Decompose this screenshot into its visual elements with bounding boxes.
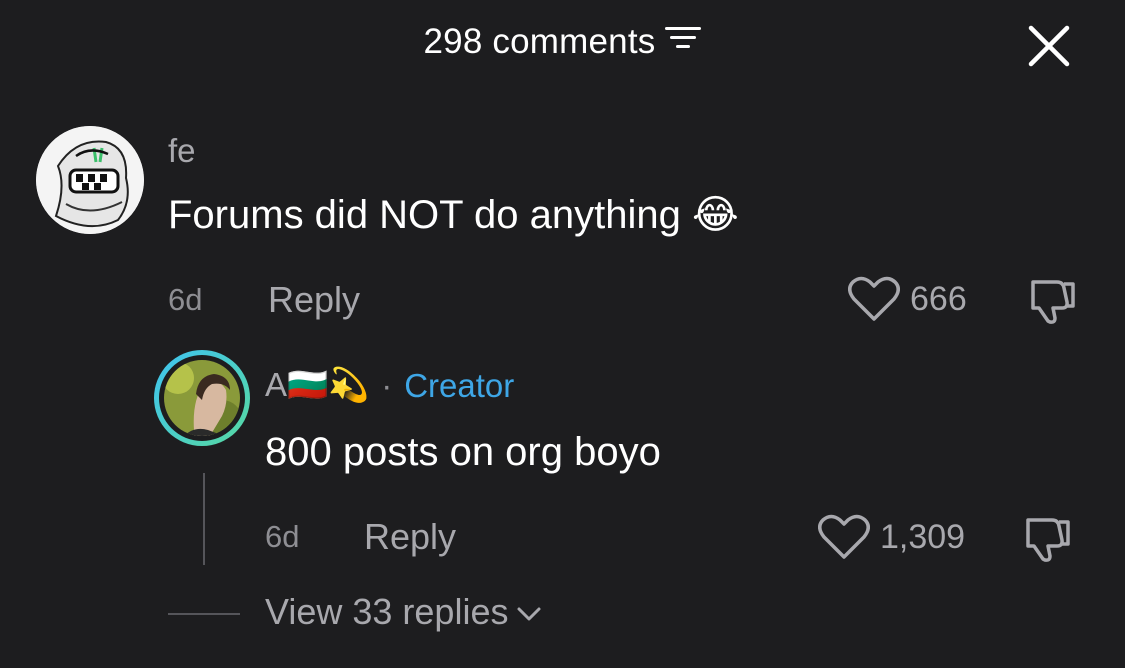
reply-username[interactable]: A🇧🇬💫 <box>265 366 369 405</box>
separator-dot: · <box>381 366 393 404</box>
like-button[interactable]: 1,309 <box>818 514 965 560</box>
thumbs-down-icon <box>1031 280 1075 324</box>
dislike-button[interactable] <box>1027 276 1077 326</box>
creator-badge: Creator <box>404 366 515 404</box>
view-replies-divider <box>168 613 240 615</box>
reply-header: A🇧🇬💫 · Creator <box>265 366 514 405</box>
reply-timestamp: 6d <box>265 519 300 554</box>
reply-text: 800 posts on org boyo <box>265 430 661 474</box>
close-button[interactable] <box>1027 24 1071 68</box>
view-replies-label: View 33 replies <box>265 591 509 632</box>
like-count: 1,309 <box>880 517 966 556</box>
avatar[interactable] <box>36 126 144 234</box>
like-button[interactable]: 666 <box>848 276 967 322</box>
comment-text: Forums did NOT do anything 😂 <box>168 193 739 237</box>
sort-lines-icon[interactable] <box>665 21 702 61</box>
close-icon <box>1028 25 1070 67</box>
dislike-button[interactable] <box>1022 514 1072 564</box>
reply-button[interactable]: Reply <box>364 516 456 558</box>
thread-line <box>203 473 205 565</box>
view-replies-button[interactable]: View 33 replies <box>265 591 542 633</box>
heart-icon <box>818 514 870 559</box>
comment-timestamp: 6d <box>168 282 203 317</box>
comments-count-title: 298 comments <box>423 22 656 61</box>
like-count: 666 <box>910 279 967 318</box>
comments-panel: 298 comments fe Forums did NOT do anythi… <box>0 0 1125 668</box>
heart-icon <box>848 276 900 321</box>
thumbs-down-icon <box>1026 518 1070 562</box>
avatar <box>164 360 240 436</box>
reply-button[interactable]: Reply <box>268 279 360 321</box>
chevron-down-icon <box>517 607 541 621</box>
comments-title-row[interactable]: 298 comments <box>0 22 1125 62</box>
creator-avatar-ring[interactable] <box>154 350 250 446</box>
comments-header: 298 comments <box>0 0 1125 90</box>
comment-username[interactable]: fe <box>168 132 196 170</box>
